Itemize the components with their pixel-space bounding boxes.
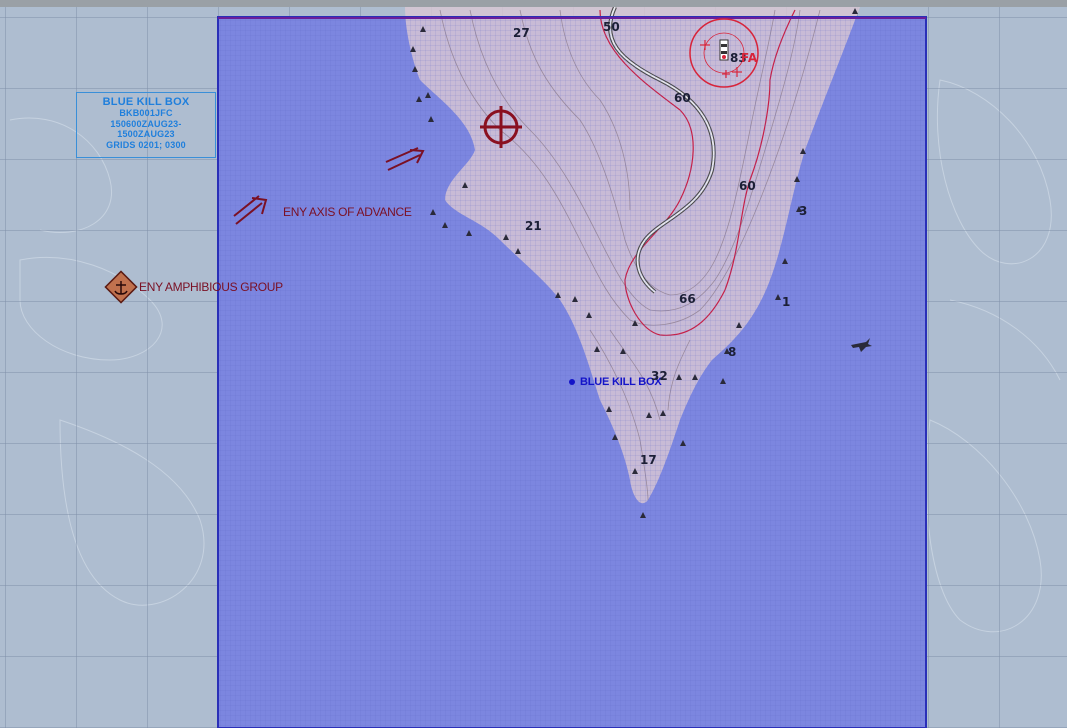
kill-box-card-title: BLUE KILL BOX (102, 96, 190, 108)
depth-label: 66 (679, 292, 696, 306)
depth-label: 50 (603, 20, 620, 34)
depth-label: 60 (674, 91, 691, 105)
enemy-axis-label: ENY AXIS OF ADVANCE (283, 205, 412, 219)
depth-label: 27 (513, 26, 530, 40)
kill-box-card-start: 150600ZAUG23- (110, 118, 182, 129)
kill-box-card-id: BKB001JFC (119, 108, 173, 118)
depth-label: 1 (782, 295, 791, 309)
kill-box-info-card[interactable]: BLUE KILL BOX BKB001JFC 150600ZAUG23- 15… (76, 92, 216, 158)
kill-box-label: BLUE KILL BOX (580, 376, 662, 388)
top-bar (0, 0, 1067, 7)
kill-box-grid (218, 17, 926, 728)
kill-box-card-end: 1500ZAUG23 (117, 129, 175, 139)
kill-box-card-grids: GRIDS 0201; 0300 (106, 139, 186, 150)
depth-label: 17 (640, 453, 657, 467)
kill-box-marker-dot (569, 379, 575, 385)
fa-label: FA (741, 51, 758, 65)
depth-label: 3 (799, 204, 808, 218)
depth-label: 8 (728, 345, 737, 359)
depth-label: 60 (739, 179, 756, 193)
depth-label: 32 (651, 369, 668, 383)
lighthouse-icon (719, 39, 729, 61)
depth-label: 21 (525, 219, 542, 233)
enemy-amphibious-label: ENY AMPHIBIOUS GROUP (139, 280, 283, 294)
